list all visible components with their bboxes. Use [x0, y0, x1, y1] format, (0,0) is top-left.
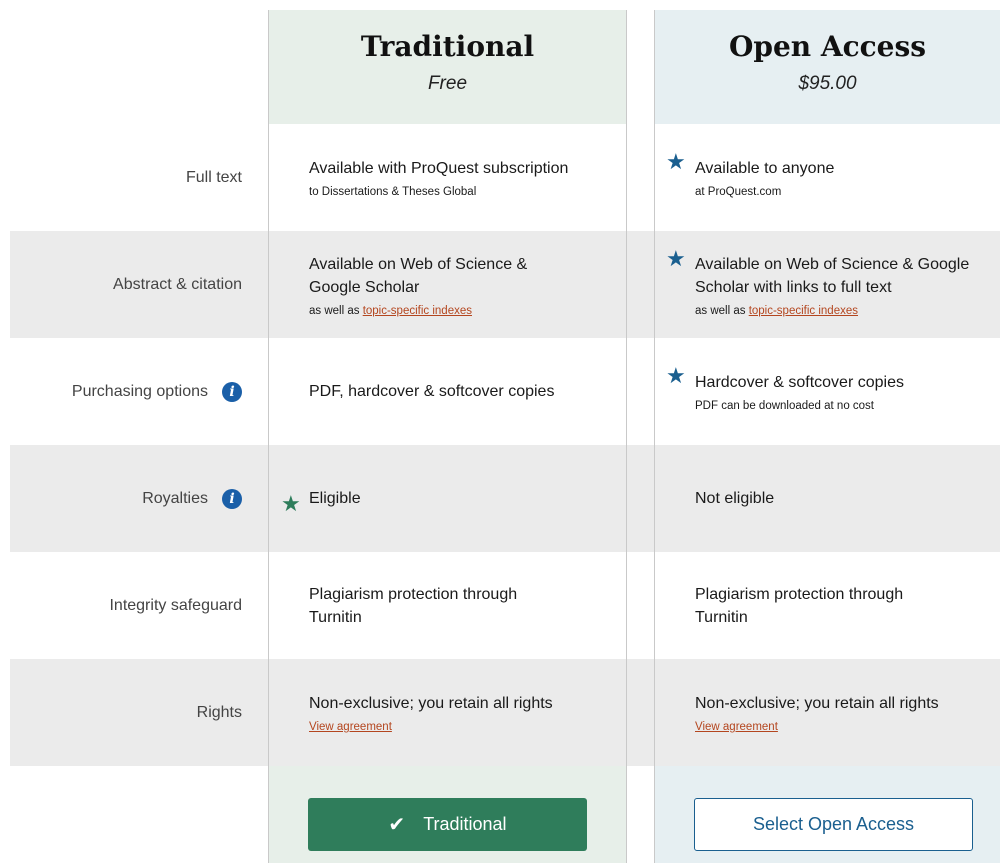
- select-traditional-button[interactable]: ✔ Traditional: [308, 798, 587, 851]
- traditional-column-border: [268, 10, 627, 863]
- info-icon[interactable]: i: [222, 488, 242, 509]
- check-icon: ✔: [388, 814, 406, 836]
- row-label-with-info: Royalties i: [10, 445, 242, 552]
- row-label: Integrity safeguard: [109, 596, 242, 614]
- row-label: Full text: [185, 168, 242, 186]
- info-icon[interactable]: i: [222, 381, 242, 402]
- open-access-column-border: [654, 10, 1000, 863]
- row-label: Rights: [196, 703, 242, 721]
- row-label-with-info: Purchasing options i: [10, 338, 242, 445]
- select-open-access-button[interactable]: Select Open Access: [694, 798, 973, 851]
- row-label: Abstract & citation: [113, 275, 242, 293]
